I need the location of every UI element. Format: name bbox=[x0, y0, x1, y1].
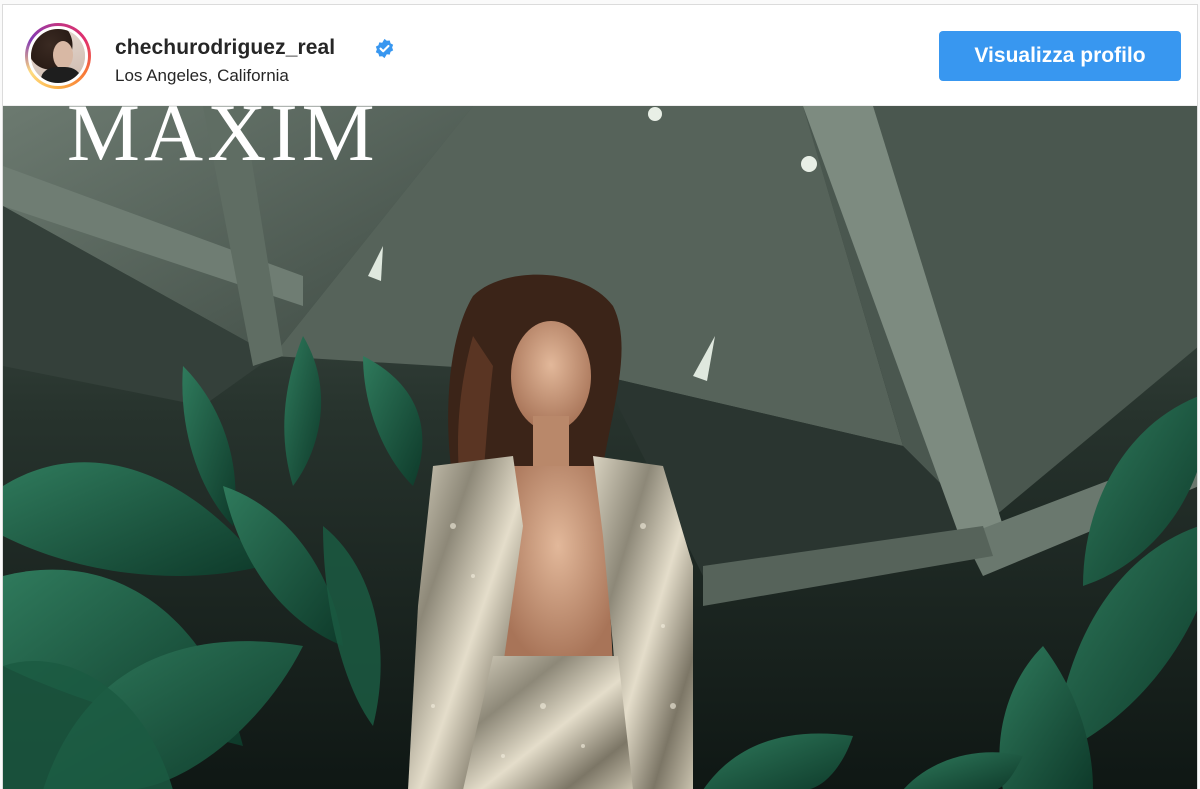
magazine-logo: MAXIM bbox=[67, 106, 379, 178]
avatar[interactable] bbox=[25, 23, 91, 89]
verified-badge-icon bbox=[375, 38, 394, 59]
username-link[interactable]: chechurodriguez_real bbox=[115, 36, 335, 60]
location-link[interactable]: Los Angeles, California bbox=[115, 66, 289, 86]
instagram-embed: chechurodriguez_real Los Angeles, Califo… bbox=[2, 4, 1198, 789]
view-profile-button[interactable]: Visualizza profilo bbox=[939, 31, 1181, 81]
avatar-image bbox=[28, 26, 88, 86]
photo-illustration bbox=[3, 106, 1197, 789]
post-photo[interactable]: MAXIM bbox=[3, 106, 1197, 789]
post-header: chechurodriguez_real Los Angeles, Califo… bbox=[3, 5, 1197, 106]
